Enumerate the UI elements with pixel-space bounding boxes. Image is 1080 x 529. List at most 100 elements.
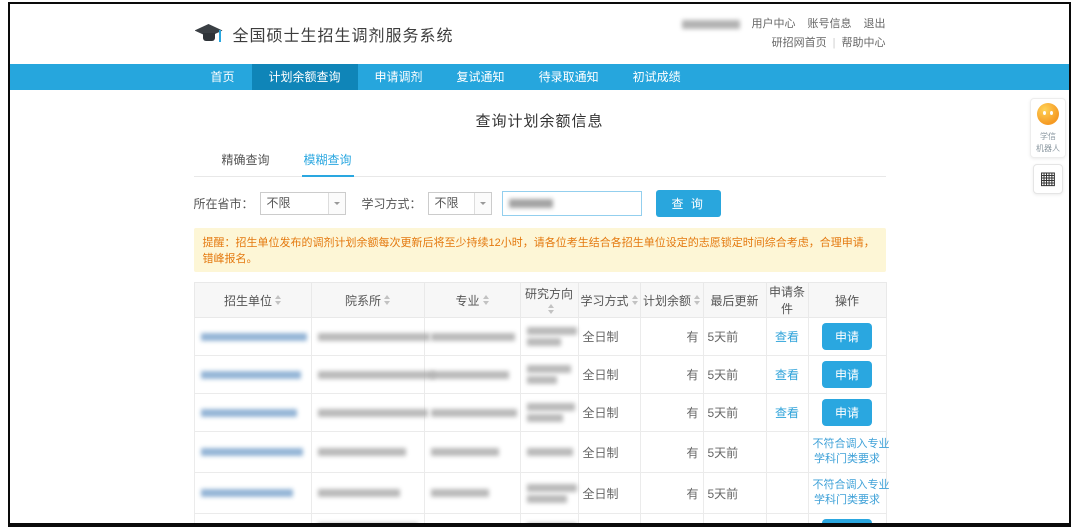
column-header: 最后更新 [703,283,766,318]
column-header[interactable]: 招生单位 [194,283,311,318]
sort-arrows-icon [275,295,281,305]
sort-arrows-icon [548,304,554,314]
cell-study-mode: 全日制 [578,356,640,394]
brand: 全国硕士生招生调剂服务系统 [194,22,454,46]
table-row: 全日制有5天前查看 申请 [194,514,886,528]
notice-bar: 提醒：招生单位发布的调剂计划余额每次更新后将至少持续12小时，请各位考生结合各招… [194,228,886,272]
view-condition-link[interactable]: 查看 [775,330,799,344]
cell-condition: 查看 [766,394,808,432]
user-link[interactable]: 账号信息 [808,16,852,33]
user-link[interactable]: 退出 [864,16,886,33]
redacted-text [527,414,563,422]
nav-item[interactable]: 复试通知 [440,64,522,90]
cell-last-update: 5天前 [703,356,766,394]
sort-arrows-icon [632,295,638,305]
column-header[interactable]: 研究方向 [520,283,578,318]
sort-asc-icon [483,295,489,299]
tab[interactable]: 模糊查询 [302,145,354,177]
cell-major [424,318,520,356]
nav-item[interactable]: 待录取通知 [522,64,616,90]
cell-last-update: 5天前 [703,318,766,356]
floating-widget: 学信机器人 ▦ [1030,98,1066,194]
app-title: 全国硕士生招生调剂服务系统 [233,22,454,46]
redacted-text [527,327,577,335]
robot-helper-button[interactable]: 学信机器人 [1030,98,1066,158]
redacted-text [318,523,418,527]
user-links: 用户中心账号信息退出 [752,16,886,33]
cell-study-mode: 全日制 [578,432,640,473]
cell-direction [520,473,578,514]
cell-condition: 查看 [766,356,808,394]
sort-asc-icon [384,295,390,299]
tab[interactable]: 精确查询 [220,145,272,177]
user-link[interactable]: 用户中心 [752,16,796,33]
graduation-cap-icon [194,22,224,46]
secondary-link[interactable]: 研招网首页 [772,35,827,52]
column-header[interactable]: 计划余额 [640,283,703,318]
keyword-redacted [509,199,553,208]
redacted-text [201,448,303,456]
cell-direction [520,394,578,432]
cell-direction [520,356,578,394]
window-frame: 全国硕士生招生调剂服务系统 用户中心账号信息退出 研招网首页|帮助中心 首页计划… [8,2,1071,527]
sort-desc-icon [483,301,489,305]
cell-unit [194,514,311,528]
search-button[interactable]: 查 询 [656,190,721,217]
apply-button[interactable]: 申请 [822,323,872,350]
nav-item[interactable]: 计划余额查询 [252,64,358,90]
qr-button[interactable]: ▦ [1033,164,1063,194]
apply-button[interactable]: 申请 [822,361,872,388]
column-header[interactable]: 专业 [424,283,520,318]
cell-direction [520,318,578,356]
cell-department [311,432,424,473]
view-condition-link[interactable]: 查看 [775,406,799,420]
redacted-text [527,338,561,346]
redacted-text [318,448,406,456]
robot-label: 学信机器人 [1033,132,1063,154]
reject-reason: 不符合调入专业学科门类要求 [813,478,882,508]
cell-unit [194,473,311,514]
cell-unit [194,432,311,473]
province-select[interactable]: 不限 [260,192,346,215]
nav-item[interactable]: 初试成绩 [616,64,698,90]
cell-action: 申请 [808,514,886,528]
sort-arrows-icon [694,295,700,305]
cell-condition: 查看 [766,514,808,528]
secondary-links: 研招网首页|帮助中心 [682,35,886,52]
sort-asc-icon [694,295,700,299]
cell-quota: 有 [640,514,703,528]
cell-action: 不符合调入专业学科门类要求 [808,432,886,473]
column-label: 申请条件 [769,285,805,316]
study-mode-select-value: 不限 [429,193,474,214]
sort-desc-icon [548,310,554,314]
secondary-link[interactable]: 帮助中心 [842,35,886,52]
column-header[interactable]: 院系所 [311,283,424,318]
username-redacted [682,20,740,29]
cell-department [311,318,424,356]
redacted-text [431,448,499,456]
user-area: 用户中心账号信息退出 研招网首页|帮助中心 [682,16,886,52]
view-condition-link[interactable]: 查看 [775,526,799,527]
column-header[interactable]: 学习方式 [578,283,640,318]
view-condition-link[interactable]: 查看 [775,368,799,382]
column-label: 研究方向 [525,287,573,301]
redacted-text [431,489,489,497]
redacted-text [431,371,509,379]
nav-item[interactable]: 申请调剂 [358,64,440,90]
cell-major [424,432,520,473]
apply-button[interactable]: 申请 [822,399,872,426]
cell-study-mode: 全日制 [578,514,640,528]
study-mode-select[interactable]: 不限 [428,192,492,215]
nav-item[interactable]: 首页 [194,64,252,90]
sort-desc-icon [275,301,281,305]
cell-last-update: 5天前 [703,514,766,528]
cell-action: 申请 [808,318,886,356]
province-select-value: 不限 [261,193,328,214]
redacted-text [527,403,575,411]
column-label: 招生单位 [224,294,272,308]
province-label: 所在省市： [194,195,254,212]
keyword-input[interactable] [502,191,642,216]
apply-button[interactable]: 申请 [822,519,872,527]
redacted-text [527,523,577,527]
cell-unit [194,356,311,394]
